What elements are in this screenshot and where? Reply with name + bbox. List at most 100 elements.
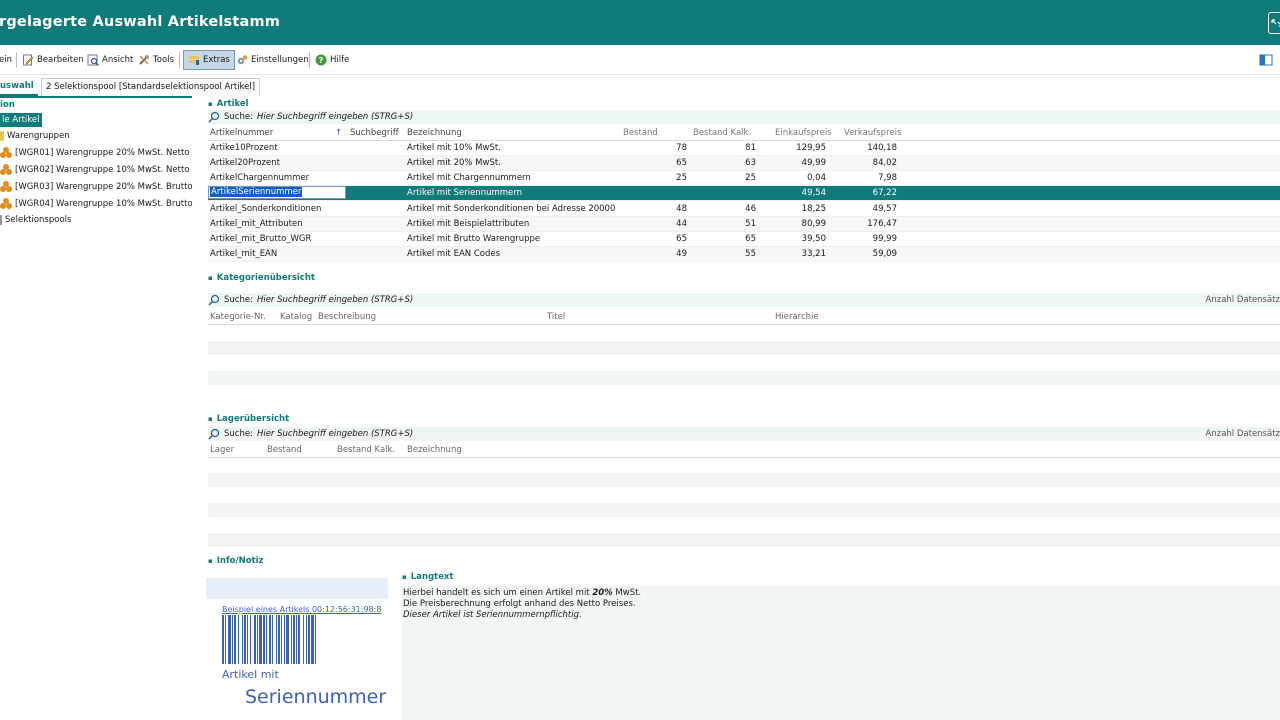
window-title: rgelagerte Auswahl Artikelstamm (0, 14, 281, 30)
cell-nr: Artikel_mit_EAN (210, 249, 278, 259)
toolbar-bearbeiten-button[interactable]: Bearbeiten (22, 50, 84, 70)
artikel-table-header: Artikelnummer ↑ Suchbegriff Bezeichnung … (208, 126, 1280, 141)
barcode-bar (238, 615, 239, 664)
col-lager[interactable]: Lager (210, 443, 234, 458)
table-row[interactable]: ArtikelChargennummer Artikel mit Chargenn… (208, 171, 1280, 186)
cell-nr: Artike10Prozent (210, 143, 278, 153)
tree-item-alle-artikel[interactable]: le Artikel (0, 113, 42, 127)
cell-bestand: 65 (676, 158, 687, 168)
barcode-bar (247, 615, 248, 664)
search-input[interactable]: Hier Suchbegriff eingeben (STRG+S) (257, 427, 413, 441)
table-row[interactable]: Artikel_mit_Brutto_WGR Artikel mit Brutto… (208, 232, 1280, 247)
cell-kalk: 81 (745, 143, 756, 153)
tree-item-label: Warengruppen (7, 131, 70, 141)
tree-item-wgr01[interactable]: [WGR01] Warengruppe 20% MwSt. Netto (0, 146, 190, 160)
warengruppe-icon (0, 164, 12, 176)
col-artikelnummer[interactable]: Artikelnummer (210, 126, 273, 141)
cell-ek: 129,95 (796, 143, 826, 153)
tree-item-wgr03[interactable]: [WGR03] Warengruppe 20% MwSt. Brutto (0, 180, 193, 194)
tree-item-warengruppen[interactable]: Warengruppen (0, 129, 70, 143)
artikel-search-bar[interactable]: Suche: Hier Suchbegriff eingeben (STRG+S… (208, 110, 1280, 124)
barcode-bar (263, 615, 265, 664)
col-hierarchie[interactable]: Hierarchie (775, 310, 819, 325)
lager-section-title: Lagerübersicht (208, 414, 289, 424)
extras-icon (189, 56, 199, 65)
table-row[interactable]: Artike10Prozent Artikel mit 10% MwSt. 78 81… (208, 141, 1280, 156)
tree-item-label: Selektionspools (5, 215, 72, 225)
tree-item-label: [WGR04] Warengruppe 10% MwSt. Brutto (15, 199, 193, 209)
toolbar-einstellungen-button[interactable]: Einstellungen (236, 50, 309, 70)
empty-row (208, 503, 1280, 517)
cell-kalk: 51 (745, 219, 756, 229)
toolbar-label: Einstellungen (251, 55, 309, 65)
barcode-bar (308, 615, 310, 664)
search-input[interactable]: Hier Suchbegriff eingeben (STRG+S) (257, 110, 413, 124)
col-bestand-kalk[interactable]: Bestand Kalk. (337, 443, 395, 458)
toolbar-ansicht-button[interactable]: Ansicht (87, 50, 133, 70)
barcode-bar (269, 615, 271, 664)
col-beschreibung[interactable]: Beschreibung (318, 310, 376, 325)
help-icon: ? (315, 54, 327, 66)
table-row[interactable]: Artikel_mit_EAN Artikel mit EAN Codes 49 55… (208, 247, 1280, 262)
langtext-content[interactable]: Hierbei handelt es sich um einen Artikel… (402, 586, 1280, 720)
info-section-title: Info/Notiz (208, 556, 264, 566)
cell-ek: 49,54 (801, 188, 826, 198)
toolbar-extras-button[interactable]: Extras (183, 50, 235, 70)
col-bezeichnung[interactable]: Bezeichnung (407, 126, 462, 141)
col-bezeichnung[interactable]: Bezeichnung (407, 443, 462, 458)
col-suchbegriff[interactable]: Suchbegriff (350, 126, 399, 141)
cell-vk: 49,57 (872, 204, 897, 214)
barcode-bar (272, 615, 273, 664)
col-bestand[interactable]: Bestand (267, 443, 302, 458)
toolbar: ein Bearbeiten Ansicht Tools Extras Eins… (0, 45, 1280, 75)
col-bestand[interactable]: Bestand (623, 126, 658, 141)
toolbar-hilfe-button[interactable]: ? Hilfe (315, 50, 349, 70)
col-bestand-kalk[interactable]: Bestand Kalk. (693, 126, 751, 141)
langtext-line-1: Hierbei handelt es sich um einen Artikel… (403, 588, 1279, 599)
col-verkaufspreis[interactable]: Verkaufspreis (844, 126, 901, 141)
toolbar-item-ein[interactable]: ein (0, 50, 12, 70)
table-row[interactable]: ArtikelSeriennummer Artikel mit Seriennum… (208, 186, 1280, 201)
langtext-line-2: Die Preisberechnung erfolgt anhand des N… (403, 599, 636, 609)
toolbar-label: ein (0, 55, 12, 65)
search-label: Suche: (224, 429, 253, 439)
panel-layout-icon[interactable] (1259, 53, 1273, 67)
tab-selektionspool[interactable]: 2 Selektionspool [Standardselektionspool… (41, 78, 261, 96)
cell-nr: ArtikelChargennummer (210, 173, 310, 183)
lager-search-bar[interactable]: Suche: Hier Suchbegriff eingeben (STRG+S… (208, 427, 1280, 441)
tree-item-wgr02[interactable]: [WGR02] Warengruppe 10% MwSt. Netto (0, 163, 190, 177)
maximize-button[interactable] (1268, 12, 1280, 34)
langtext-segment: MwSt. (612, 588, 642, 598)
barcode-bar (244, 615, 246, 664)
barcode-bar (284, 615, 285, 664)
kategorie-search-bar[interactable]: Suche: Hier Suchbegriff eingeben (STRG+S… (208, 293, 1280, 307)
tab-strip: uswahl 2 Selektionspool [Standardselekti… (0, 78, 1280, 96)
col-kategorie-nr[interactable]: Kategorie-Nr. (210, 310, 266, 325)
search-input[interactable]: Hier Suchbegriff eingeben (STRG+S) (257, 293, 413, 307)
toolbar-label: Bearbeiten (37, 55, 84, 65)
tree-item-wgr04[interactable]: [WGR04] Warengruppe 10% MwSt. Brutto (0, 197, 193, 211)
cell-vk: 99,99 (872, 234, 897, 244)
cell-bez: Artikel mit Sonderkonditionen bei Adress… (407, 204, 616, 214)
barcode-bar (286, 615, 289, 664)
cell-nr: Artikel_Sonderkonditionen (210, 204, 322, 214)
cell-edit-value[interactable]: ArtikelSeriennummer (210, 187, 303, 197)
col-titel[interactable]: Titel (547, 310, 565, 325)
table-row[interactable]: Artikel_mit_Attributen Artikel mit Beispi… (208, 217, 1280, 232)
window-titlebar: rgelagerte Auswahl Artikelstamm (0, 0, 1280, 45)
tree-item-selektionspools[interactable]: Selektionspools (0, 213, 71, 227)
cell-ek: 39,50 (801, 234, 826, 244)
col-einkaufspreis[interactable]: Einkaufspreis (775, 126, 832, 141)
svg-text:?: ? (319, 56, 324, 65)
cell-kalk: 25 (745, 173, 756, 183)
table-row[interactable]: Artikel_Sonderkonditionen Artikel mit Son… (208, 202, 1280, 217)
barcode-bar (315, 615, 316, 664)
langtext-title: Langtext (402, 572, 454, 582)
table-row[interactable]: Artikel20Prozent Artikel mit 20% MwSt. 65 6… (208, 156, 1280, 171)
col-katalog[interactable]: Katalog (280, 310, 312, 325)
cell-bestand: 25 (676, 173, 687, 183)
cell-editor[interactable]: ArtikelSeriennummer (208, 186, 346, 199)
tab-auswahl[interactable]: uswahl (0, 78, 38, 96)
barcode-bar (257, 615, 258, 664)
toolbar-tools-button[interactable]: Tools (138, 50, 174, 70)
